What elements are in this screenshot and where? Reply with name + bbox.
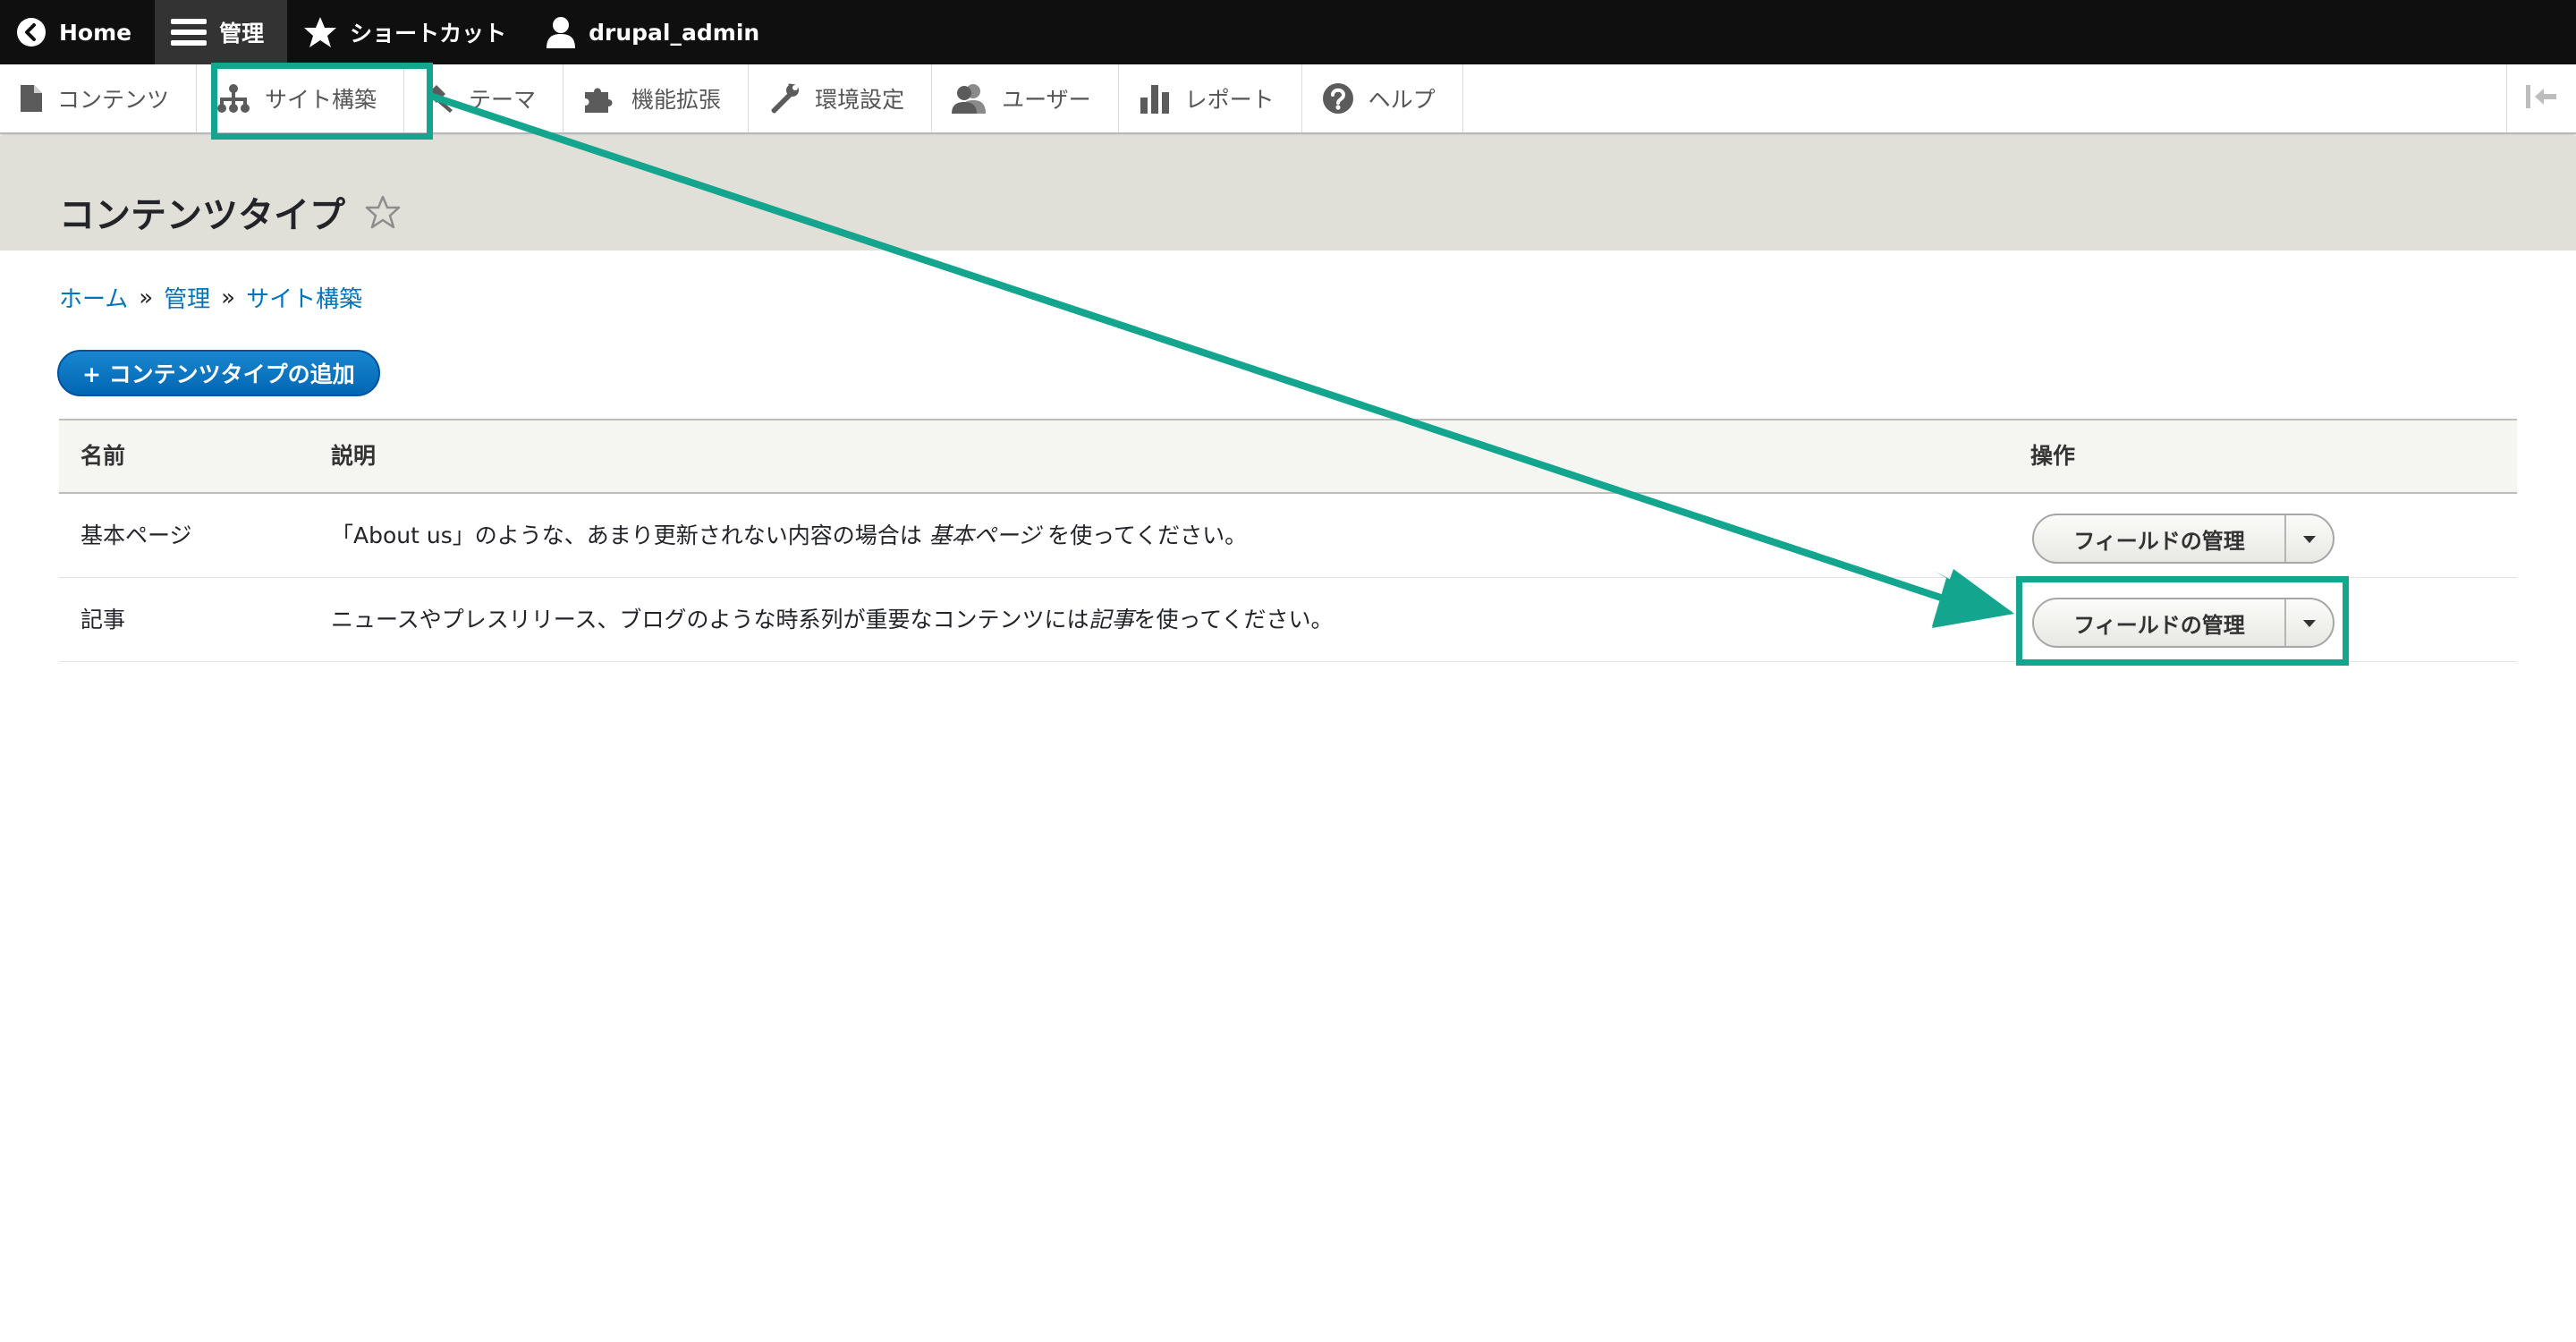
hamburger-icon	[171, 17, 208, 47]
tray-item-extend[interactable]: 機能拡張	[564, 64, 750, 132]
tray-item-label: 環境設定	[815, 87, 905, 113]
tray-item-label: 機能拡張	[631, 87, 722, 113]
home-link[interactable]: Home	[0, 0, 155, 64]
manage-fields-button[interactable]: フィールドの管理	[2034, 599, 2286, 646]
breadcrumb-separator: »	[139, 284, 154, 311]
wrench-icon	[768, 82, 801, 115]
header-description: 説明	[331, 443, 377, 469]
home-label: Home	[59, 19, 132, 46]
paintbrush-icon	[424, 83, 454, 114]
tray-item-structure[interactable]: サイト構築	[197, 64, 405, 132]
manage-label: 管理	[219, 21, 265, 47]
bar-chart-icon	[1139, 83, 1171, 114]
manage-tab[interactable]: 管理	[155, 0, 288, 64]
star-icon	[303, 16, 337, 48]
shortcuts-tab[interactable]: ショートカット	[287, 0, 530, 64]
tray-item-people[interactable]: ユーザー	[932, 64, 1119, 132]
user-label: drupal_admin	[589, 19, 760, 46]
tray-item-label: ユーザー	[1002, 87, 1091, 113]
people-icon	[952, 83, 987, 114]
tray-item-content[interactable]: コンテンツ	[0, 64, 198, 132]
row-description: 「About us」のような、あまり更新されない内容の場合は 基本ページ を使っ…	[331, 494, 1247, 578]
manage-fields-button[interactable]: フィールドの管理	[2034, 515, 2286, 562]
breadcrumb-structure[interactable]: サイト構築	[246, 281, 362, 314]
dropbutton-toggle[interactable]	[2286, 515, 2333, 562]
sitemap-icon	[216, 83, 250, 114]
admin-toolbar: Home 管理 ショートカット drupal_admin	[0, 0, 2576, 64]
shortcut-star-icon[interactable]	[365, 195, 401, 229]
page-title-wrap: コンテンツタイプ	[59, 186, 401, 238]
description-text: を使ってください。	[1040, 522, 1248, 548]
operations-dropbutton: フィールドの管理	[2032, 598, 2334, 648]
tray-item-label: ヘルプ	[1368, 87, 1436, 113]
description-emphasis: 基本ページ	[928, 522, 1041, 548]
tray-item-help[interactable]: ヘルプ	[1302, 64, 1463, 132]
page-header: コンテンツタイプ	[0, 136, 2576, 251]
tray-item-appearance[interactable]: テーマ	[404, 64, 564, 132]
shortcuts-label: ショートカット	[350, 21, 507, 47]
tray-item-reports[interactable]: レポート	[1119, 64, 1302, 132]
help-icon	[1322, 82, 1354, 115]
header-operations: 操作	[2030, 443, 2076, 469]
tray-item-label: コンテンツ	[57, 87, 170, 113]
table-row: 記事 ニュースやプレスリリース、ブログのような時系列が重要なコンテンツには記事を…	[59, 578, 2517, 662]
admin-tray: コンテンツ サイト構築 テーマ 機能拡張 環境設定 ユーザー レポート ヘルプ	[0, 64, 2576, 134]
breadcrumb: ホーム » 管理 » サイト構築	[59, 281, 362, 314]
add-content-type-button[interactable]: + コンテンツタイプの追加	[57, 350, 380, 396]
breadcrumb-home[interactable]: ホーム	[59, 281, 128, 314]
dropbutton-toggle[interactable]	[2286, 599, 2333, 646]
content-types-table: 名前 説明 操作 基本ページ 「About us」のような、あまり更新されない内…	[59, 419, 2517, 662]
tray-item-label: レポート	[1184, 87, 1275, 113]
user-tab[interactable]: drupal_admin	[530, 0, 783, 64]
puzzle-icon	[583, 83, 617, 114]
row-description: ニュースやプレスリリース、ブログのような時系列が重要なコンテンツには記事を使って…	[331, 578, 1334, 662]
row-name: 記事	[80, 607, 126, 633]
table-row: 基本ページ 「About us」のような、あまり更新されない内容の場合は 基本ペ…	[59, 494, 2517, 578]
user-icon	[546, 15, 576, 49]
description-emphasis: 記事	[1089, 607, 1134, 633]
description-text: ニュースやプレスリリース、ブログのような時系列が重要なコンテンツには	[331, 607, 1089, 633]
row-name: 基本ページ	[80, 522, 192, 548]
tray-item-config[interactable]: 環境設定	[749, 64, 933, 132]
description-text: 「About us」のような、あまり更新されない内容の場合は	[331, 522, 929, 548]
tray-orientation-toggle[interactable]	[2506, 64, 2576, 132]
operations-dropbutton: フィールドの管理	[2032, 514, 2334, 564]
table-header: 名前 説明 操作	[59, 419, 2517, 494]
page-title: コンテンツタイプ	[59, 195, 345, 236]
breadcrumb-separator: »	[221, 284, 236, 311]
caret-down-icon	[2302, 531, 2317, 548]
tray-item-label: テーマ	[469, 87, 537, 113]
tray-item-label: サイト構築	[265, 87, 377, 113]
description-text: を使ってください。	[1133, 607, 1334, 633]
collapse-arrow-icon	[2524, 83, 2560, 114]
back-circle-icon	[16, 17, 47, 47]
caret-down-icon	[2302, 615, 2317, 632]
header-name: 名前	[80, 443, 126, 469]
file-icon	[20, 84, 43, 113]
breadcrumb-admin[interactable]: 管理	[164, 281, 210, 314]
